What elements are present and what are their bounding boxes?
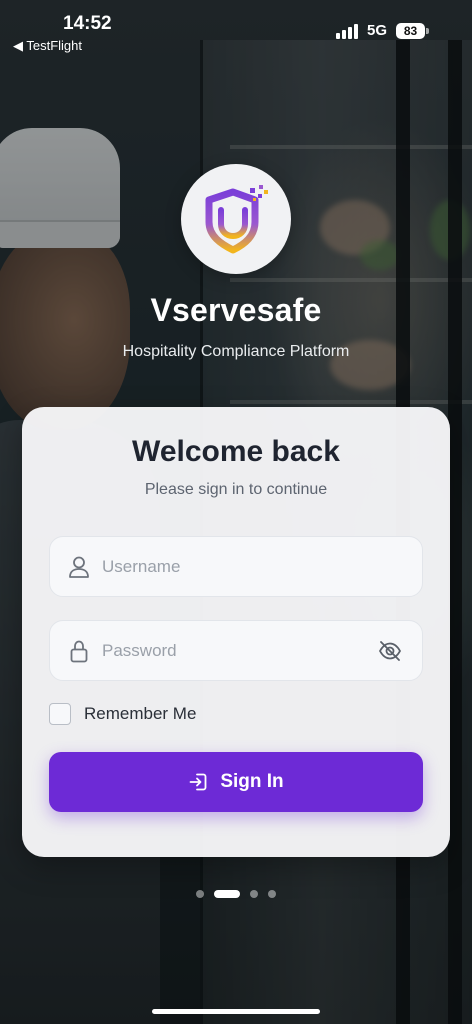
page-dot[interactable] (268, 890, 276, 898)
logo-badge (181, 164, 291, 274)
eye-off-icon[interactable] (378, 640, 402, 662)
login-card: Welcome back Please sign in to continue … (22, 407, 450, 857)
username-field (49, 536, 423, 597)
app-name: Vservesafe (150, 292, 322, 328)
password-input[interactable] (102, 621, 362, 680)
sign-in-label: Sign In (220, 771, 284, 792)
username-input[interactable] (102, 537, 362, 596)
status-bar: 14:52 ◀ TestFlight 5G 83 (0, 0, 472, 60)
back-to-app-link[interactable]: ◀ TestFlight (13, 38, 82, 54)
shield-logo-icon (205, 185, 268, 254)
user-icon (69, 556, 89, 578)
sign-in-button[interactable]: Sign In (49, 752, 423, 812)
page-indicator (0, 890, 472, 900)
remember-me-checkbox[interactable] (49, 703, 71, 725)
page-dot[interactable] (250, 890, 258, 898)
network-type: 5G (367, 22, 388, 39)
battery-tip (426, 28, 429, 34)
lock-icon (70, 640, 88, 663)
password-field (49, 620, 423, 681)
page-dot[interactable] (196, 890, 204, 898)
signal-icon (336, 24, 360, 39)
remember-me-label: Remember Me (84, 704, 197, 723)
welcome-title: Welcome back (132, 435, 340, 468)
home-indicator (152, 1009, 320, 1014)
app-tagline: Hospitality Compliance Platform (122, 343, 350, 360)
battery-icon: 83 (396, 23, 425, 39)
page-dot-active[interactable] (214, 890, 240, 898)
login-icon (189, 773, 207, 791)
status-time: 14:52 (63, 13, 112, 34)
welcome-subtitle: Please sign in to continue (144, 481, 328, 498)
remember-me-row[interactable]: Remember Me (49, 703, 196, 725)
